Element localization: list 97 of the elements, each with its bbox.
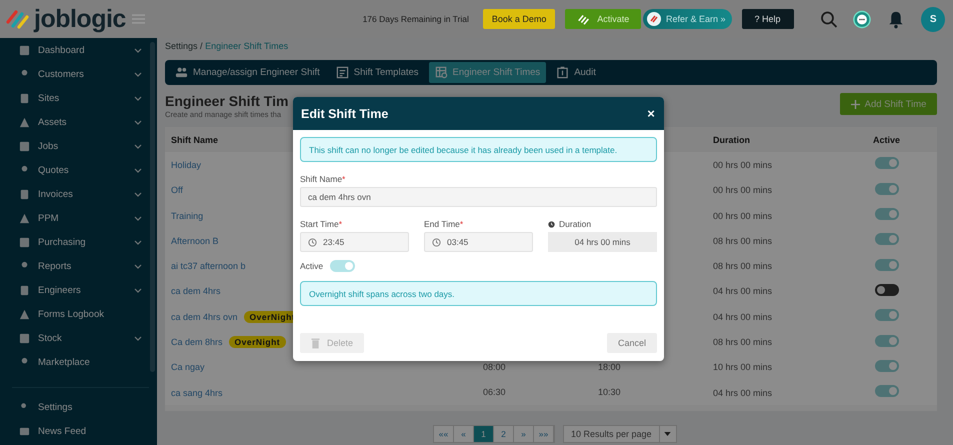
shift-name-link[interactable]: ca sang 4hrs [171, 388, 223, 398]
logo-icon [646, 11, 662, 27]
avatar[interactable]: S [921, 6, 945, 32]
refer-button[interactable]: Refer & Earn » [643, 9, 732, 29]
shift-name-link[interactable]: ai tc37 afternoon b [171, 261, 246, 272]
table-cell-text: 00 hrs 00 mins [713, 160, 774, 170]
table-cell-text: 10 hrs 00 mins [713, 362, 774, 372]
table-cell-text: 08 hrs 00 mins [713, 236, 774, 246]
template-icon [336, 66, 349, 79]
book-demo-button[interactable]: Book a Demo [482, 9, 556, 29]
trash-icon [310, 338, 320, 348]
table-cell-text: 00 hrs 00 mins [713, 185, 774, 196]
plus-icon [850, 100, 860, 108]
help-button[interactable]: ? Help [742, 9, 794, 29]
table-cell-text: 08 hrs 00 mins [713, 261, 774, 272]
trial-text: 176 Days Remaining in Trial [362, 14, 469, 24]
per-page-select[interactable]: 10 Results per page [563, 425, 677, 444]
active-toggle[interactable] [330, 260, 356, 272]
column-header: Shift Name [171, 134, 220, 145]
sidebar-item[interactable]: Settings [12, 395, 149, 419]
info-message: Overnight shift spans across two days. [300, 281, 657, 306]
field-label: Start Time* [300, 219, 344, 229]
end-time-field[interactable]: 03:45 [424, 232, 533, 252]
sidebar-item[interactable]: Engineers [0, 278, 157, 302]
tab[interactable]: Audit [550, 62, 602, 83]
overnight-badge: OverNight [228, 336, 286, 348]
active-toggle[interactable] [875, 360, 899, 372]
clock-icon [548, 220, 555, 228]
sidebar-item[interactable]: PPM [0, 206, 157, 230]
sidebar-item[interactable]: Reports [0, 254, 157, 278]
chat-icon[interactable] [853, 10, 872, 28]
table-cell: 18:00 [598, 362, 621, 372]
bell-icon[interactable] [887, 10, 906, 28]
table-cell-text: 04 hrs 00 mins [713, 388, 774, 398]
clock-icon [432, 238, 441, 246]
notice-message: This shift can no longer be edited because it has already been used in a template. [300, 137, 657, 162]
table-cell: 06:30 [483, 387, 506, 398]
close-button[interactable]: × [646, 106, 656, 121]
active-toggle[interactable] [875, 182, 899, 195]
search-icon[interactable] [820, 10, 838, 28]
sidebar-item[interactable]: Sites [0, 86, 157, 110]
sidebar-item[interactable]: Quotes [0, 158, 157, 182]
column-header: Active [873, 134, 902, 145]
field-label: Active [300, 261, 324, 271]
shift-name-link[interactable]: ca dem 4hrs [171, 286, 221, 296]
table-cell-text: 08 hrs 00 mins [713, 337, 774, 348]
caret-icon [664, 432, 672, 436]
sidebar-item[interactable]: Assets [0, 110, 157, 134]
active-toggle[interactable] [875, 208, 899, 220]
logo-icon [5, 8, 31, 30]
activate-button[interactable]: Activate [565, 9, 642, 29]
shift-name-link[interactable]: Afternoon B [171, 236, 219, 246]
cancel-button[interactable]: Cancel [607, 333, 657, 353]
breadcrumb: Settings / Engineer Shift Times [165, 40, 290, 53]
active-toggle[interactable] [875, 258, 899, 271]
table-cell-text: 04 hrs 00 mins [713, 286, 774, 296]
active-toggle[interactable] [875, 157, 899, 170]
table-cell: 10:30 [598, 387, 621, 398]
active-toggle[interactable] [875, 309, 899, 322]
shift-name-link[interactable]: Off [171, 185, 183, 196]
active-toggle[interactable] [875, 233, 899, 246]
table-cell-text: 00 hrs 00 mins [713, 210, 774, 221]
brand-name: joblogic [34, 4, 126, 34]
active-toggle[interactable] [875, 284, 899, 296]
sidebar-item[interactable]: Dashboard [0, 38, 157, 62]
table-cell-text: 04 hrs 00 mins [713, 312, 774, 322]
sidebar-item[interactable]: News Feed [12, 419, 149, 443]
active-toggle[interactable] [875, 334, 899, 347]
shift-name-link[interactable]: Ca dem 8hrs [171, 337, 223, 348]
dialog-title: Edit Shift Time [301, 106, 388, 120]
shift-name-link[interactable]: ca dem 4hrs ovn [171, 312, 238, 322]
clock-icon [308, 238, 317, 246]
active-toggle[interactable] [875, 385, 899, 398]
duration-field: 04 hrs 00 mins [548, 232, 657, 252]
start-time-field[interactable]: 23:45 [300, 232, 409, 252]
table-cell: 08:00 [483, 362, 506, 372]
menu-icon[interactable] [132, 14, 145, 24]
field-label: Duration [559, 219, 592, 229]
sidebar-item[interactable]: Jobs [0, 134, 157, 158]
shift-name-link[interactable]: Ca ngay [171, 362, 205, 372]
shift-name-link[interactable]: Holiday [171, 160, 202, 170]
sidebar-item[interactable]: Customers [0, 62, 157, 86]
column-header: Duration [713, 134, 751, 145]
shift-name-link[interactable]: Training [171, 210, 204, 221]
shift-name-field[interactable]: ca dem 4hrs ovn [300, 187, 657, 207]
tab[interactable]: Manage/assign Engineer Shift [169, 62, 326, 83]
stripes-icon [577, 13, 592, 25]
sidebar-item[interactable]: Purchasing [0, 230, 157, 254]
sidebar-item[interactable]: Invoices [0, 182, 157, 206]
sidebar-item[interactable]: Marketplace [0, 350, 157, 374]
sidebar-item[interactable]: Stock [0, 326, 157, 350]
sidebar-item[interactable]: Forms Logbook [0, 302, 157, 326]
page-button[interactable]: 1 [474, 426, 494, 442]
field-label: Shift Name* [300, 174, 346, 184]
field-label: End Time* [424, 219, 464, 229]
tab[interactable]: Shift Templates [330, 62, 425, 83]
page-title: Engineer Shift Tim [165, 93, 288, 110]
